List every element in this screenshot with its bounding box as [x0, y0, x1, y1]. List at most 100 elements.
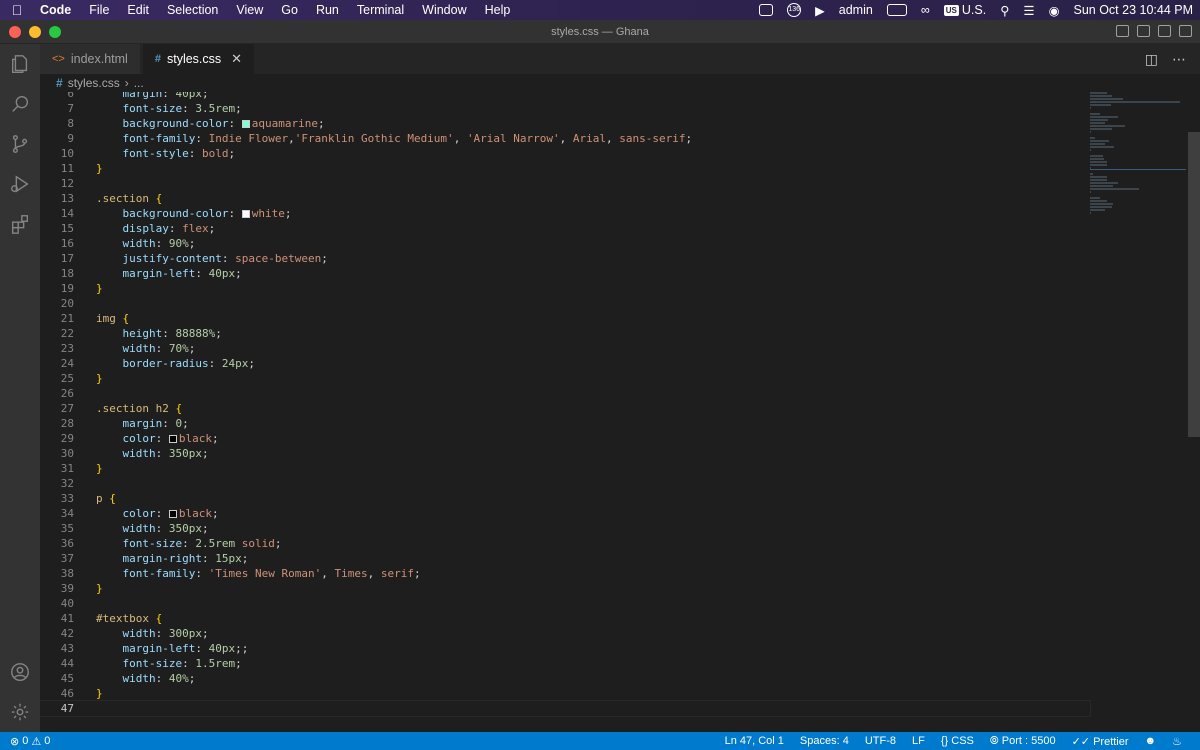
input-source[interactable]: US U.S. [937, 3, 993, 17]
live-server-port[interactable]: ⦾ Port : 5500 [982, 735, 1064, 748]
code-line[interactable]: 8 background-color: aquamarine; [40, 116, 1090, 131]
line-code[interactable]: margin-right: 15px; [74, 551, 249, 566]
code-line[interactable]: 16 width: 90%; [40, 236, 1090, 251]
code-line[interactable]: 45 width: 40%; [40, 671, 1090, 686]
line-code[interactable]: } [74, 371, 103, 386]
line-code[interactable]: margin-left: 40px;; [74, 641, 249, 656]
line-code[interactable]: } [74, 686, 103, 701]
code-line[interactable]: 33 p { [40, 491, 1090, 506]
battery-icon[interactable] [880, 4, 914, 16]
line-code[interactable]: color: black; [74, 506, 219, 521]
code-line[interactable]: 24 border-radius: 24px; [40, 356, 1090, 371]
line-code[interactable]: } [74, 161, 103, 176]
language-mode[interactable]: {} CSS [933, 735, 982, 747]
line-code[interactable]: height: 88888%; [74, 326, 222, 341]
settings-gear-icon[interactable] [0, 692, 40, 732]
code-editor[interactable]: 6 margin: 40px; 7 font-size: 3.5rem; 8 bac… [40, 92, 1200, 732]
code-line[interactable]: 22 height: 88888%; [40, 326, 1090, 341]
line-code[interactable]: .section h2 { [74, 401, 182, 416]
menu-app[interactable]: Code [34, 3, 80, 17]
line-code[interactable]: font-family: 'Times New Roman', Times, s… [74, 566, 421, 581]
code-line[interactable]: 29 color: black; [40, 431, 1090, 446]
control-center-icon[interactable]: ☰ [1016, 3, 1041, 18]
code-line[interactable]: 18 margin-left: 40px; [40, 266, 1090, 281]
code-line[interactable]: 10 font-style: bold; [40, 146, 1090, 161]
line-code[interactable]: display: flex; [74, 221, 216, 236]
code-line[interactable]: 7 font-size: 3.5rem; [40, 101, 1090, 116]
line-code[interactable]: img { [74, 311, 129, 326]
split-editor-icon[interactable]: ◫ [1145, 51, 1158, 68]
code-line[interactable]: 25} [40, 371, 1090, 386]
menu-terminal[interactable]: Terminal [348, 3, 413, 17]
breadcrumb-file[interactable]: styles.css [68, 76, 120, 90]
notifications-bell-icon[interactable]: ♨ [1164, 735, 1190, 748]
line-code[interactable]: p { [74, 491, 116, 506]
notification-count-icon[interactable]: 136 [780, 3, 808, 17]
line-code[interactable]: color: black; [74, 431, 219, 446]
menu-view[interactable]: View [227, 3, 272, 17]
menu-window[interactable]: Window [413, 3, 475, 17]
code-line[interactable]: 39} [40, 581, 1090, 596]
code-line[interactable]: 17 justify-content: space-between; [40, 251, 1090, 266]
code-line[interactable]: 46} [40, 686, 1090, 701]
code-line[interactable]: 38 font-family: 'Times New Roman', Times… [40, 566, 1090, 581]
accounts-icon[interactable] [0, 652, 40, 692]
code-line[interactable]: 42 width: 300px; [40, 626, 1090, 641]
line-code[interactable] [74, 296, 96, 311]
line-code[interactable] [74, 476, 96, 491]
toggle-secondary-sidebar-icon[interactable] [1158, 25, 1171, 37]
file-encoding[interactable]: UTF-8 [857, 735, 904, 747]
code-line[interactable]: 20 [40, 296, 1090, 311]
code-line[interactable]: 12 [40, 176, 1090, 191]
line-code[interactable]: margin: 0; [74, 416, 189, 431]
line-code[interactable]: background-color: aquamarine; [74, 116, 325, 131]
line-code[interactable]: width: 70%; [74, 341, 196, 356]
code-line[interactable]: 47 [40, 700, 1091, 717]
user-name[interactable]: admin [832, 3, 880, 17]
code-line[interactable]: 32 [40, 476, 1090, 491]
line-code[interactable]: border-radius: 24px; [74, 356, 255, 371]
code-lines[interactable]: 6 margin: 40px; 7 font-size: 3.5rem; 8 bac… [40, 92, 1091, 717]
line-code[interactable]: width: 350px; [74, 521, 209, 536]
line-code[interactable]: margin: 40px; [74, 92, 209, 101]
line-code[interactable]: font-style: bold; [74, 146, 236, 161]
line-code[interactable]: font-size: 1.5rem; [74, 656, 242, 671]
code-line[interactable]: 23 width: 70%; [40, 341, 1090, 356]
code-line[interactable]: 19} [40, 281, 1090, 296]
indentation[interactable]: Spaces: 4 [792, 735, 857, 747]
toggle-panel-icon[interactable] [1137, 25, 1150, 37]
menu-go[interactable]: Go [272, 3, 307, 17]
more-actions-icon[interactable]: ⋯ [1172, 51, 1186, 68]
editor-scrollbar[interactable] [1188, 132, 1200, 437]
code-line[interactable]: 40 [40, 596, 1090, 611]
menu-edit[interactable]: Edit [118, 3, 158, 17]
code-line[interactable]: 43 margin-left: 40px;; [40, 641, 1090, 656]
tab-styles-css[interactable]: # styles.css ✕ [142, 44, 256, 74]
code-line[interactable]: 37 margin-right: 15px; [40, 551, 1090, 566]
line-code[interactable]: #textbox { [74, 611, 162, 626]
line-code[interactable] [74, 386, 96, 401]
customize-layout-icon[interactable] [1179, 25, 1192, 37]
line-code[interactable]: .section { [74, 191, 162, 206]
code-line[interactable]: 6 margin: 40px; [40, 92, 1090, 101]
line-code[interactable]: } [74, 581, 103, 596]
apple-menu-icon[interactable]:  [0, 2, 34, 18]
end-of-line[interactable]: LF [904, 735, 933, 747]
search-icon[interactable] [0, 84, 40, 124]
source-control-icon[interactable] [0, 124, 40, 164]
close-window-button[interactable] [9, 26, 21, 38]
code-line[interactable]: 31} [40, 461, 1090, 476]
menu-run[interactable]: Run [307, 3, 348, 17]
toggle-primary-sidebar-icon[interactable] [1116, 25, 1129, 37]
spotlight-search-icon[interactable]: ⚲ [993, 3, 1016, 18]
code-line[interactable]: 36 font-size: 2.5rem solid; [40, 536, 1090, 551]
line-code[interactable]: justify-content: space-between; [74, 251, 328, 266]
code-line[interactable]: 41 #textbox { [40, 611, 1090, 626]
line-code[interactable]: font-size: 2.5rem solid; [74, 536, 282, 551]
extensions-icon[interactable] [0, 204, 40, 244]
code-line[interactable]: 26 [40, 386, 1090, 401]
code-line[interactable]: 15 display: flex; [40, 221, 1090, 236]
code-line[interactable]: 9 font-family: Indie Flower,'Franklin Go… [40, 131, 1090, 146]
menu-selection[interactable]: Selection [158, 3, 227, 17]
line-code[interactable]: width: 300px; [74, 626, 209, 641]
